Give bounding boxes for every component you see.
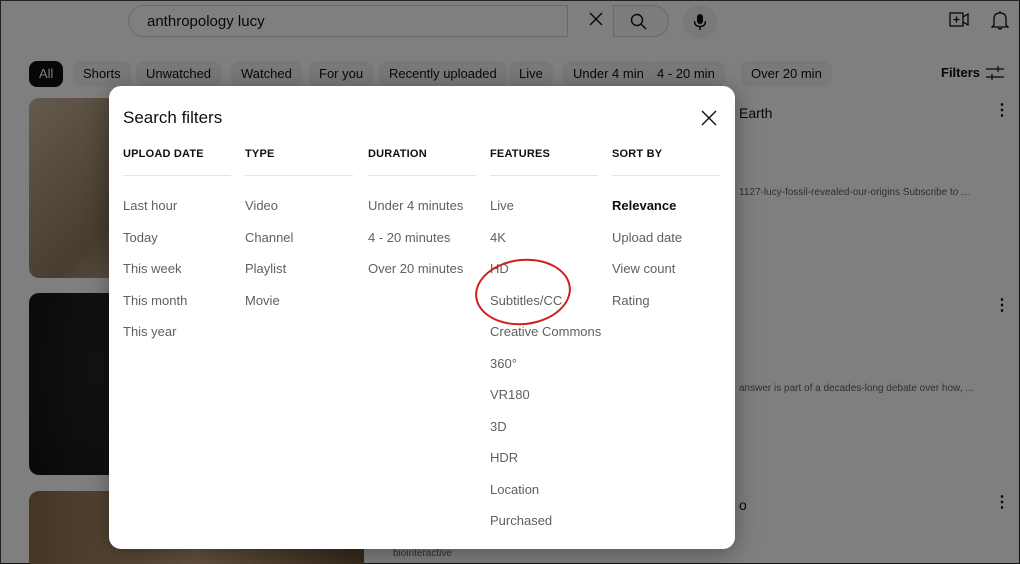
filter-option[interactable]: 360° [490, 356, 598, 388]
filter-option[interactable]: Channel [245, 230, 353, 262]
filter-option[interactable]: Location [490, 482, 598, 514]
sort-option[interactable]: Upload date [612, 230, 720, 262]
filter-option[interactable]: Over 20 minutes [368, 261, 476, 293]
column-header: TYPE [245, 148, 353, 176]
filter-option[interactable]: Live [490, 198, 598, 230]
sort-option[interactable]: Rating [612, 293, 720, 325]
filter-option-subtitles-cc[interactable]: Subtitles/CC [490, 293, 598, 325]
filter-option[interactable]: 3D [490, 419, 598, 451]
column-header: FEATURES [490, 148, 598, 176]
filter-option[interactable]: This year [123, 324, 231, 356]
filter-option[interactable]: Movie [245, 293, 353, 325]
dialog-title: Search filters [123, 108, 223, 127]
youtube-search-page: anthropology lucy All Shorts Unwatched W… [0, 0, 1020, 564]
column-header: UPLOAD DATE [123, 148, 231, 176]
filter-option[interactable]: Under 4 minutes [368, 198, 476, 230]
search-filters-dialog: Search filters UPLOAD DATE Last hour Tod… [109, 86, 735, 549]
filter-option[interactable]: 4 - 20 minutes [368, 230, 476, 262]
column-header: DURATION [368, 148, 476, 176]
filter-option[interactable]: VR180 [490, 387, 598, 419]
filter-option[interactable]: 4K [490, 230, 598, 262]
filter-option[interactable]: HDR [490, 450, 598, 482]
sort-option-selected[interactable]: Relevance [612, 198, 720, 230]
upload-date-column: UPLOAD DATE Last hour Today This week Th… [123, 148, 231, 356]
sort-by-column: SORT BY Relevance Upload date View count… [612, 148, 720, 324]
filter-option[interactable]: This month [123, 293, 231, 325]
close-icon[interactable] [699, 108, 719, 128]
filter-option[interactable]: Playlist [245, 261, 353, 293]
column-header: SORT BY [612, 148, 720, 176]
filter-option[interactable]: Video [245, 198, 353, 230]
duration-column: DURATION Under 4 minutes 4 - 20 minutes … [368, 148, 476, 293]
type-column: TYPE Video Channel Playlist Movie [245, 148, 353, 324]
filter-option[interactable]: Creative Commons [490, 324, 601, 356]
filter-option[interactable]: Purchased [490, 513, 598, 545]
filter-option[interactable]: This week [123, 261, 231, 293]
filter-option[interactable]: HD [490, 261, 598, 293]
sort-option[interactable]: View count [612, 261, 720, 293]
filter-option[interactable]: Today [123, 230, 231, 262]
features-column: FEATURES Live 4K HD Subtitles/CC Creativ… [490, 148, 601, 545]
filter-option[interactable]: Last hour [123, 198, 231, 230]
